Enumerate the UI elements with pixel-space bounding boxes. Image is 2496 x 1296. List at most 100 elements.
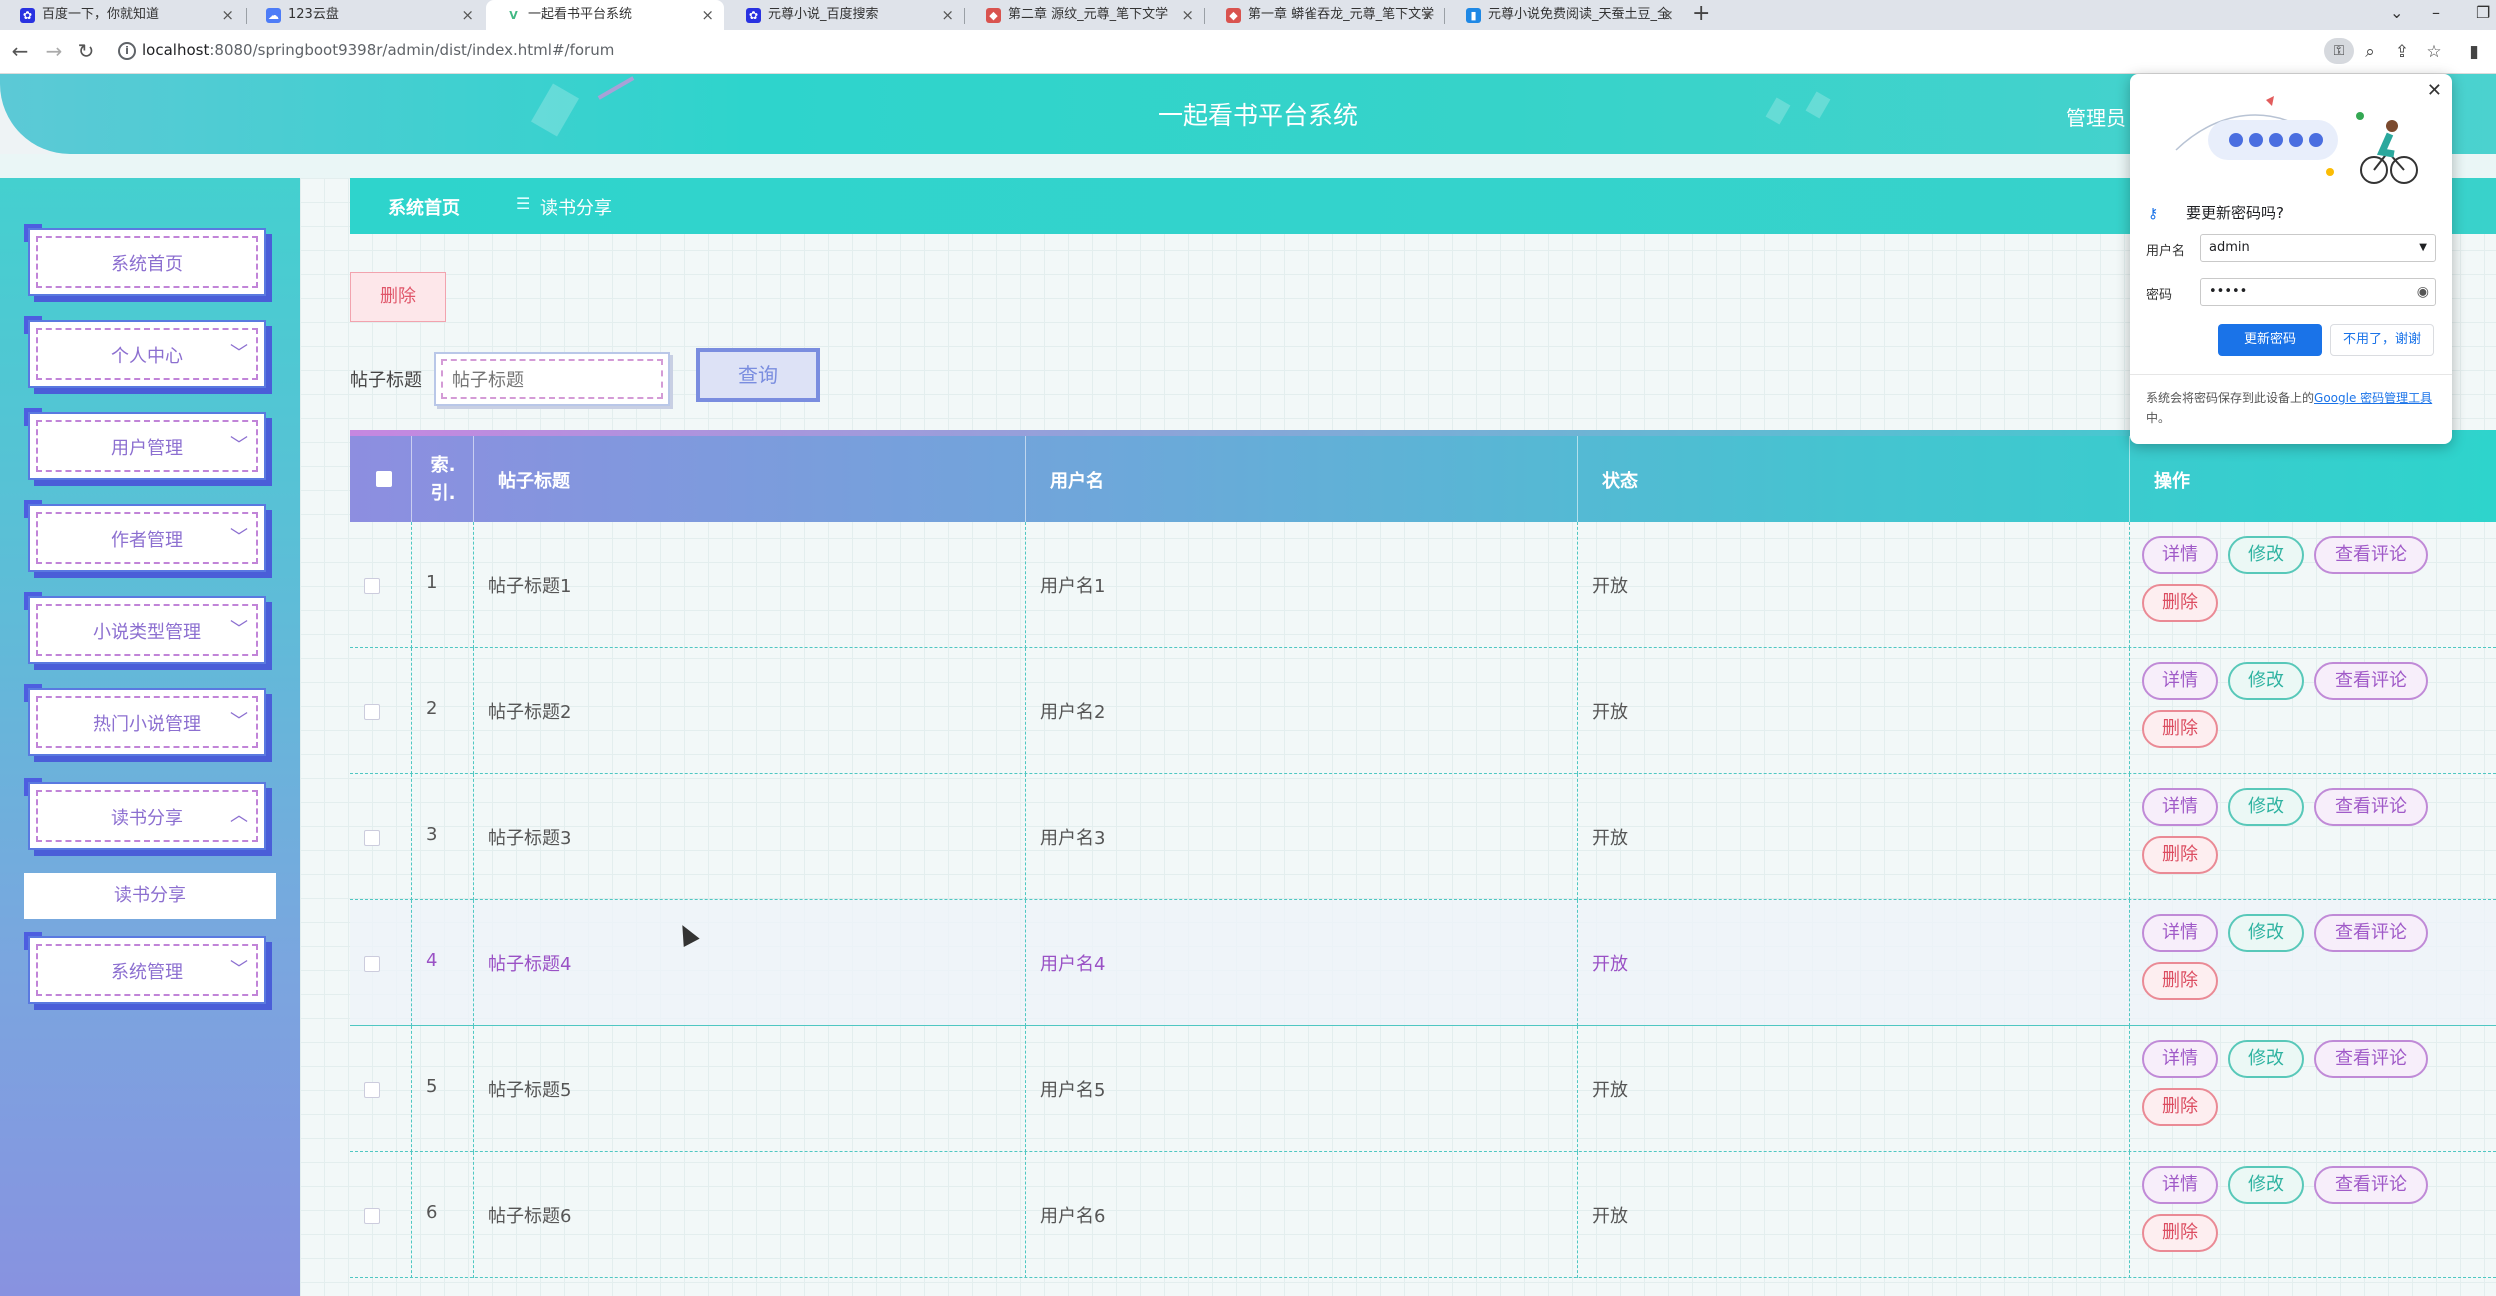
- sidebar-item-personal-center[interactable]: 个人中心 ﹀: [24, 316, 274, 396]
- delete-button[interactable]: 删除: [2142, 1214, 2218, 1252]
- username-text: 用户名1: [1040, 576, 1106, 597]
- close-icon[interactable]: ×: [941, 0, 954, 30]
- forward-arrow-icon[interactable]: →: [42, 39, 66, 63]
- browser-tab[interactable]: ◆ 第一章 蟒雀吞龙_元尊_笔下文学 ×: [1206, 0, 1444, 30]
- row-checkbox[interactable]: [364, 830, 380, 846]
- browser-tab[interactable]: ☁ 123云盘 ×: [246, 0, 484, 30]
- close-icon[interactable]: ×: [701, 0, 714, 30]
- username-text: 用户名6: [1040, 1206, 1106, 1227]
- view-comments-button[interactable]: 查看评论: [2314, 536, 2428, 574]
- tab-title: 元尊小说免费阅读_天蚕土豆_全: [1488, 7, 1671, 22]
- detail-button[interactable]: 详情: [2142, 662, 2218, 700]
- edit-button[interactable]: 修改: [2228, 1166, 2304, 1204]
- sidebar-item-hot-novel-management[interactable]: 热门小说管理 ﹀: [24, 684, 274, 764]
- sidebar-item-author-management[interactable]: 作者管理 ﹀: [24, 500, 274, 580]
- delete-button[interactable]: 删除: [2142, 836, 2218, 874]
- row-checkbox[interactable]: [364, 956, 380, 972]
- detail-button[interactable]: 详情: [2142, 914, 2218, 952]
- row-checkbox[interactable]: [364, 1208, 380, 1224]
- edit-button[interactable]: 修改: [2228, 662, 2304, 700]
- tab-search-chevron-icon[interactable]: ⌄: [2390, 0, 2403, 26]
- no-thanks-button[interactable]: 不用了，谢谢: [2330, 324, 2434, 356]
- minimize-icon[interactable]: –: [2432, 0, 2440, 26]
- vue-logo-icon: V: [506, 8, 521, 23]
- edit-button[interactable]: 修改: [2228, 1040, 2304, 1078]
- site-info-icon[interactable]: i: [118, 42, 136, 60]
- table-row: 2 帖子标题2 用户名2 开放 详情 修改 查看评论 删除: [350, 648, 2496, 774]
- book-icon: ▮: [1466, 8, 1481, 23]
- site-icon: ◆: [986, 8, 1001, 23]
- detail-button[interactable]: 详情: [2142, 1040, 2218, 1078]
- detail-button[interactable]: 详情: [2142, 788, 2218, 826]
- header-select-all: [350, 436, 412, 522]
- update-password-button[interactable]: 更新密码: [2218, 324, 2322, 356]
- eye-icon[interactable]: ◉: [2417, 279, 2429, 305]
- view-comments-button[interactable]: 查看评论: [2314, 914, 2428, 952]
- password-field[interactable]: ••••• ◉: [2200, 278, 2436, 306]
- delete-button[interactable]: 删除: [2142, 1088, 2218, 1126]
- row-checkbox[interactable]: [364, 1082, 380, 1098]
- view-comments-button[interactable]: 查看评论: [2314, 662, 2428, 700]
- browser-tab-active[interactable]: V 一起看书平台系统 ×: [486, 0, 724, 30]
- edit-button[interactable]: 修改: [2228, 536, 2304, 574]
- row-checkbox[interactable]: [364, 578, 380, 594]
- checkbox-cell: [350, 522, 412, 648]
- browser-tab[interactable]: ◆ 第二章 源纹_元尊_笔下文学 ×: [966, 0, 1204, 30]
- select-all-checkbox[interactable]: [376, 471, 392, 487]
- row-checkbox[interactable]: [364, 704, 380, 720]
- index-text: 2: [426, 698, 438, 719]
- delete-button[interactable]: 删除: [2142, 584, 2218, 622]
- admin-label[interactable]: 管理员: [2066, 102, 2126, 131]
- browser-tab[interactable]: ✿ 百度一下，你就知道 ×: [0, 0, 244, 30]
- close-icon[interactable]: ×: [1421, 0, 1434, 30]
- breadcrumb-home[interactable]: 系统首页: [388, 194, 460, 220]
- sidebar-item-novel-type-management[interactable]: 小说类型管理 ﹀: [24, 592, 274, 672]
- sidebar-item-user-management[interactable]: 用户管理 ﹀: [24, 408, 274, 488]
- close-icon[interactable]: ✕: [2427, 80, 2442, 101]
- close-icon[interactable]: ×: [221, 0, 234, 30]
- status-text: 开放: [1592, 954, 1628, 975]
- username-cell: 用户名6: [1026, 1152, 1578, 1278]
- view-comments-button[interactable]: 查看评论: [2314, 788, 2428, 826]
- browser-tab[interactable]: ✿ 元尊小说_百度搜索 ×: [726, 0, 964, 30]
- detail-button[interactable]: 详情: [2142, 1166, 2218, 1204]
- zoom-icon[interactable]: ⌕: [2358, 40, 2382, 64]
- title-cell: 帖子标题6: [474, 1152, 1026, 1278]
- sidebar-item-reading-share[interactable]: 读书分享 ︿: [24, 778, 274, 858]
- bookmark-star-icon[interactable]: ☆: [2422, 40, 2446, 64]
- close-icon[interactable]: ×: [1181, 0, 1194, 30]
- reload-icon[interactable]: ↻: [74, 39, 98, 63]
- browser-tab[interactable]: ▮ 元尊小说免费阅读_天蚕土豆_全 ×: [1446, 0, 1684, 30]
- close-icon[interactable]: ×: [461, 0, 474, 30]
- password-key-icon[interactable]: ⚿: [2324, 38, 2354, 64]
- query-button[interactable]: 查询: [696, 348, 820, 402]
- index-text: 4: [426, 950, 438, 971]
- new-tab-plus-icon[interactable]: +: [1692, 0, 1710, 28]
- search-input[interactable]: [452, 366, 652, 394]
- restore-icon[interactable]: ❐: [2476, 0, 2490, 26]
- edit-button[interactable]: 修改: [2228, 914, 2304, 952]
- side-panel-icon[interactable]: ▮: [2462, 40, 2486, 64]
- sidebar-item-system-management[interactable]: 系统管理 ﹀: [24, 932, 274, 1012]
- batch-delete-button[interactable]: 删除: [350, 272, 446, 322]
- detail-button[interactable]: 详情: [2142, 536, 2218, 574]
- share-icon[interactable]: ⇪: [2390, 40, 2414, 64]
- url-field[interactable]: i localhost:8080/springboot9398r/admin/d…: [108, 36, 2308, 68]
- password-update-popup: ✕ ⚷ 要更新密码吗? 用户名 admin ▼ 密码 ••••• ◉ 更新密码 …: [2130, 74, 2452, 444]
- sidebar-subitem-reading-share[interactable]: 读书分享: [24, 873, 276, 919]
- username-select[interactable]: admin ▼: [2200, 234, 2436, 262]
- view-comments-button[interactable]: 查看评论: [2314, 1166, 2428, 1204]
- view-comments-button[interactable]: 查看评论: [2314, 1040, 2428, 1078]
- password-manager-link[interactable]: Google 密码管理工具: [2314, 391, 2432, 405]
- status-cell: 开放: [1578, 522, 2130, 648]
- popup-footer: 系统会将密码保存到此设备上的Google 密码管理工具中。: [2146, 391, 2433, 425]
- sidebar-item-home[interactable]: 系统首页: [24, 224, 274, 304]
- delete-button[interactable]: 删除: [2142, 710, 2218, 748]
- chevron-down-icon: ﹀: [230, 619, 248, 640]
- close-icon[interactable]: ×: [1661, 0, 1674, 30]
- delete-button[interactable]: 删除: [2142, 962, 2218, 1000]
- index-cell: 6: [412, 1152, 474, 1278]
- back-arrow-icon[interactable]: ←: [8, 39, 32, 63]
- header-status: 状态: [1578, 436, 2130, 522]
- edit-button[interactable]: 修改: [2228, 788, 2304, 826]
